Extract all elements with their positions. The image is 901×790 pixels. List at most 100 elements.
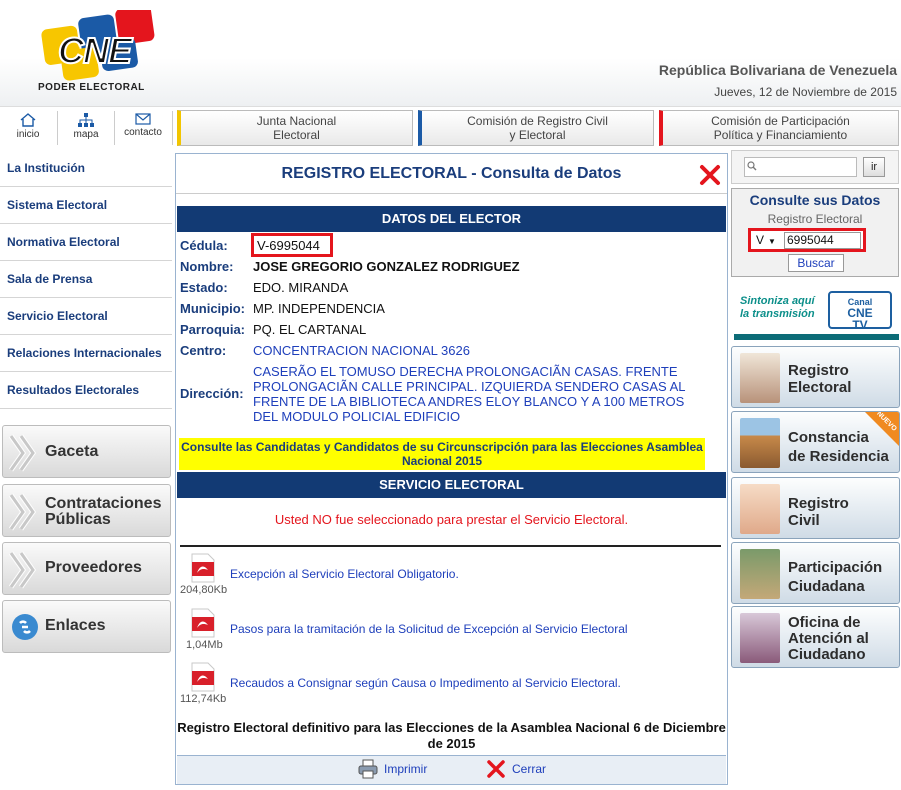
link-icon (12, 614, 38, 640)
sidebar-item-normativa[interactable]: Normativa Electoral (0, 224, 172, 261)
close-button[interactable]: Cerrar (487, 760, 547, 778)
search-input[interactable] (744, 157, 857, 177)
candidates-notice-link[interactable]: Consulte las Candidatas y Candidatos de … (179, 438, 705, 470)
chevron-right-icon (9, 551, 37, 589)
parroquia-value: PQ. EL CARTANAL (253, 322, 367, 337)
caret-down-icon: ▼ (768, 237, 776, 246)
logo-text: CNE (57, 29, 133, 72)
direccion-value: CASERÃO EL TOMUSO DERECHA PROLONGACIÃN C… (253, 364, 686, 424)
constancia-residencia-button[interactable]: Constancia de Residencia NUEVO (731, 411, 900, 473)
person-photo (740, 353, 780, 403)
tv-logo: Canal CNE TV (828, 291, 892, 332)
participacion-politica-button[interactable]: Comisión de Participación Política y Fin… (659, 110, 899, 146)
junta-nacional-button[interactable]: Junta Nacional Electoral (177, 110, 413, 146)
field-label: Municipio: (180, 301, 245, 316)
cedula-value: V-6995044 (257, 238, 320, 253)
buscar-button[interactable]: Buscar (788, 254, 844, 272)
button-line: Atención al (788, 630, 869, 647)
nationality-value: V (756, 233, 765, 247)
gaceta-label: Gaceta (45, 443, 99, 460)
sidebar-item-sala-prensa[interactable]: Sala de Prensa (0, 261, 172, 298)
page-header: CNE PODER ELECTORAL República Bolivarian… (0, 0, 901, 106)
field-label: Dirección: (180, 386, 244, 401)
contact-label: contacto (124, 127, 162, 138)
republic-title: República Bolivariana de Venezuela (658, 62, 897, 78)
contrataciones-button[interactable]: Contrataciones Públicas (2, 484, 171, 537)
baby-photo (740, 484, 780, 534)
pdf-icon[interactable] (190, 662, 216, 692)
cedula-input[interactable]: 6995044 (784, 232, 861, 249)
close-icon (487, 760, 505, 778)
document-size: 204,80Kb (180, 584, 228, 596)
sidebar-item-resultados[interactable]: Resultados Electorales (0, 372, 172, 409)
sidebar-item-relaciones[interactable]: Relaciones Internacionales (0, 335, 172, 372)
estado-value: EDO. MIRANDA (253, 280, 349, 295)
button-line: de Residencia (788, 448, 889, 465)
home-link[interactable]: inicio (0, 109, 56, 147)
sitemap-icon (78, 113, 94, 127)
enlaces-label: Enlaces (45, 617, 106, 634)
proveedores-button[interactable]: Proveedores (2, 542, 171, 595)
envelope-icon (135, 113, 151, 125)
sidebar-item-sistema-electoral[interactable]: Sistema Electoral (0, 187, 172, 224)
nationality-select[interactable]: V ▼ (756, 233, 776, 247)
gaceta-button[interactable]: Gaceta (2, 425, 171, 478)
search-icon (747, 161, 757, 171)
canal-cne-tv-banner[interactable]: Sintoniza aquí la transmisión Canal CNE … (734, 285, 899, 340)
section-service-header: SERVICIO ELECTORAL (177, 472, 726, 498)
home-icon (20, 113, 36, 127)
button-line: Junta Nacional (256, 114, 337, 128)
tv-banner-text: Sintoniza aquí la transmisión (740, 295, 815, 321)
participacion-ciudadana-button[interactable]: Participación Ciudadana (731, 542, 900, 604)
button-line: Electoral (788, 379, 852, 396)
tv-text-line: la transmisión (740, 308, 815, 320)
search-button[interactable]: ir (863, 157, 885, 177)
nombre-value: JOSE GREGORIO GONZALEZ RODRIGUEZ (253, 259, 520, 274)
button-line: Comisión de Participación (711, 114, 850, 128)
print-button[interactable]: Imprimir (358, 759, 427, 779)
contrataciones-label-2: Públicas (45, 511, 111, 528)
top-nav: inicio mapa contacto Junta Nacional Elec… (0, 106, 901, 148)
tv-logo-line: TV (852, 318, 868, 332)
button-line: Civil (788, 512, 820, 529)
document-link[interactable]: Excepción al Servicio Electoral Obligato… (230, 567, 459, 581)
document-link[interactable]: Pasos para la tramitación de la Solicitu… (230, 622, 628, 636)
printer-icon (358, 759, 378, 779)
sidebar-item-servicio-electoral[interactable]: Servicio Electoral (0, 298, 172, 335)
field-label: Centro: (180, 343, 227, 358)
left-sidebar: La Institución Sistema Electoral Normati… (0, 150, 172, 409)
site-search: ir (731, 150, 899, 184)
centro-value: CONCENTRACION NACIONAL 3626 (253, 343, 470, 358)
current-date: Jueves, 12 de Noviembre de 2015 (714, 85, 897, 99)
document-link[interactable]: Recaudos a Consignar según Causa o Imped… (230, 676, 621, 690)
document-size: 112,74Kb (180, 693, 227, 705)
button-line: Electoral (273, 128, 320, 142)
section-elector-header: DATOS DEL ELECTOR (177, 206, 726, 232)
panel-title: REGISTRO ELECTORAL - Consulta de Datos (176, 154, 727, 194)
sitemap-label: mapa (73, 129, 99, 140)
enlaces-button[interactable]: Enlaces (2, 600, 171, 653)
consulte-subtitle: Registro Electoral (767, 212, 863, 226)
registro-civil-button[interactable]: Registro Civil (731, 477, 900, 539)
pdf-icon[interactable] (190, 608, 216, 638)
registro-civil-button[interactable]: Comisión de Registro Civil y Electoral (418, 110, 654, 146)
chevron-right-icon (9, 434, 37, 472)
pdf-icon[interactable] (190, 553, 216, 583)
divider (172, 111, 173, 145)
divider (180, 545, 721, 547)
sidebar-item-institucion[interactable]: La Institución (0, 150, 172, 187)
house-photo (740, 418, 780, 468)
chevron-right-icon (9, 493, 37, 531)
municipio-value: MP. INDEPENDENCIA (253, 301, 385, 316)
contrataciones-label: Contrataciones (45, 495, 162, 512)
contact-link[interactable]: contacto (115, 109, 171, 147)
close-label: Cerrar (512, 762, 547, 776)
close-icon[interactable] (699, 164, 721, 186)
tv-text-line: Sintoniza aquí (740, 295, 815, 307)
oficina-atencion-button[interactable]: Oficina de Atención al Ciudadano (731, 606, 900, 668)
sitemap-link[interactable]: mapa (58, 109, 114, 147)
service-status: Usted NO fue seleccionado para prestar e… (274, 512, 629, 527)
proveedores-label: Proveedores (45, 559, 142, 576)
cne-logo[interactable]: CNE PODER ELECTORAL (30, 5, 170, 98)
registro-electoral-button[interactable]: Registro Electoral (731, 346, 900, 408)
